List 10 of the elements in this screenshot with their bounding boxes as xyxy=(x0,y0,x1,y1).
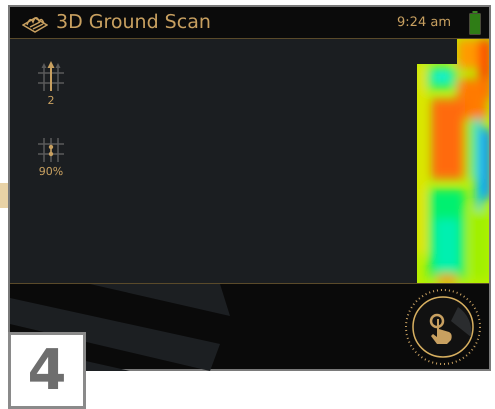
battery-icon xyxy=(469,10,481,35)
clock-time: 9:24 am xyxy=(397,14,451,32)
touch-button[interactable] xyxy=(403,286,483,367)
setting-value: 2 xyxy=(48,95,54,106)
setting-value: 90% xyxy=(38,166,64,178)
button-shine xyxy=(451,306,472,337)
touch-hand-icon xyxy=(430,313,452,344)
step-number: 4 xyxy=(8,332,86,409)
app-title: 3D Ground Scan xyxy=(56,10,211,36)
grid-arrows-icon xyxy=(36,61,66,94)
